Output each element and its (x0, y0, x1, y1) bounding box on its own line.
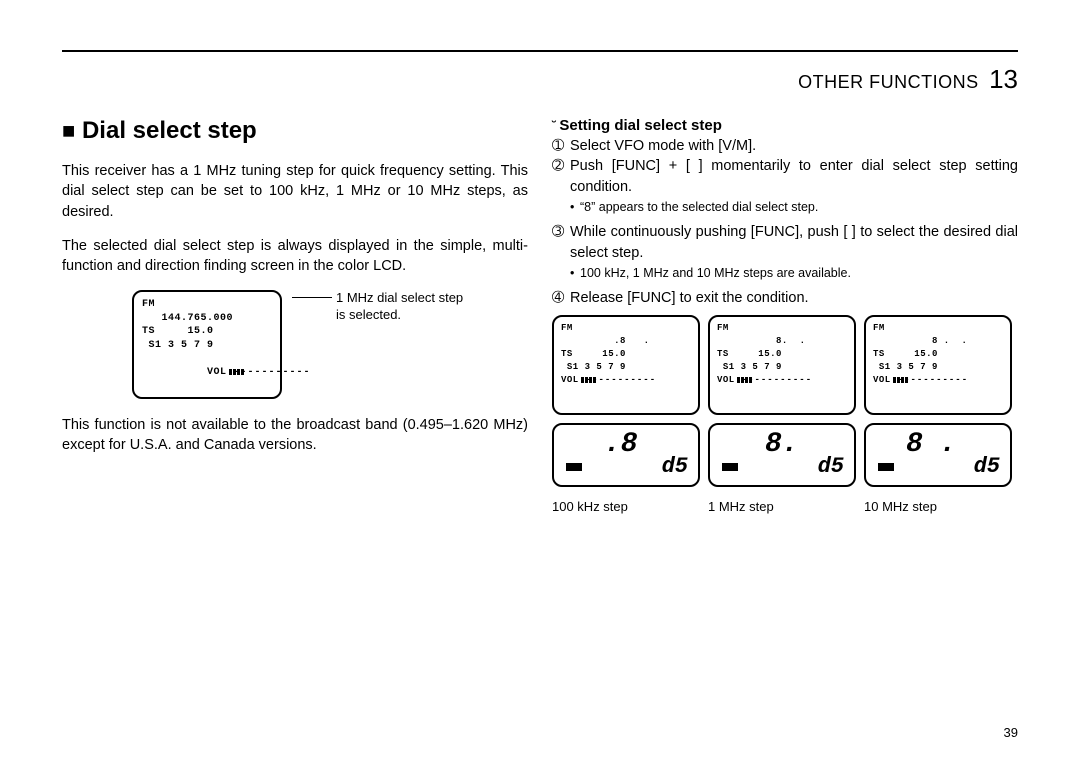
paragraph-2: The selected dial select step is always … (62, 236, 528, 277)
big-digit-b: 8. (765, 429, 799, 460)
page-number: 39 (1004, 725, 1018, 740)
vol-label: VOL (717, 375, 735, 385)
lcd-c-line5: VOL ----------- (873, 374, 1003, 387)
section-title-text: Dial select step (82, 117, 257, 144)
sub-lcd-10mhz: 8 . d5 (864, 423, 1012, 487)
lcd-a-line1: FM (561, 322, 691, 335)
volume-bar-icon (735, 375, 742, 385)
lcd-col-10mhz: FM 8 . . TS 15.0 S1 3 5 7 9 VOL ---------… (864, 315, 1012, 514)
lcd-small-10mhz: FM 8 . . TS 15.0 S1 3 5 7 9 VOL ---------… (864, 315, 1012, 415)
lcd-a-line4: S1 3 5 7 9 (561, 361, 691, 374)
step-marker-2: ➁ (552, 156, 570, 197)
lcd-caption-line1: 1 MHz dial select step (292, 290, 463, 307)
lcd-grid: FM .8 . TS 15.0 S1 3 5 7 9 VOL ----------… (552, 315, 1018, 514)
square-marker-icon: ■ (62, 118, 75, 143)
lcd-caption-line2: is selected. (336, 307, 463, 324)
caption-100khz: 100 kHz step (552, 499, 700, 514)
step-marker-3: ➂ (552, 222, 570, 263)
volume-dashes: ----------- (898, 375, 968, 385)
step-2-text: Push [FUNC] + [ ] momentarily to enter d… (570, 156, 1018, 197)
diamond-marker-icon: ˘ (552, 118, 556, 133)
top-rule (62, 50, 1018, 52)
lcd-col-1mhz: FM 8. . TS 15.0 S1 3 5 7 9 VOL ----------… (708, 315, 856, 514)
step-1-text: Select VFO mode with [V/M]. (570, 136, 1018, 156)
volume-dashes: ----------- (742, 375, 812, 385)
d5-label: d5 (974, 454, 1000, 479)
subsection-title-text: Setting dial select step (559, 117, 722, 134)
lcd-diagram-row: FM 144.765.000 TS 15.0 S1 3 5 7 9 VOL---… (132, 290, 528, 399)
lcd-small-1mhz: FM 8. . TS 15.0 S1 3 5 7 9 VOL ----------… (708, 315, 856, 415)
right-column: ˘Setting dial select step ➀ Select VFO m… (552, 117, 1018, 514)
lcd-c-line4: S1 3 5 7 9 (873, 361, 1003, 374)
vol-label: VOL (561, 375, 579, 385)
paragraph-3: This function is not available to the br… (62, 415, 528, 456)
step-3: ➂ While continuously pushing [FUNC], pus… (552, 222, 1018, 263)
sub-lcd-1mhz: 8. d5 (708, 423, 856, 487)
lcd-line-3: TS 15.0 (142, 325, 272, 339)
page-header: OTHER FUNCTIONS 13 (62, 64, 1018, 95)
lcd-small-100khz: FM .8 . TS 15.0 S1 3 5 7 9 VOL ----------… (552, 315, 700, 415)
header-label: OTHER FUNCTIONS (798, 72, 979, 92)
chapter-number: 13 (989, 64, 1018, 94)
bullet-dot-icon: • (570, 265, 580, 283)
caption-10mhz: 10 MHz step (864, 499, 1012, 514)
lcd-a-line5: VOL ----------- (561, 374, 691, 387)
lcd-a-line3: TS 15.0 (561, 348, 691, 361)
big-digit-c: 8 . (906, 429, 956, 460)
volume-bar-icon (579, 375, 586, 385)
lcd-caption: 1 MHz dial select step is selected. (292, 290, 463, 324)
bullet-dot-icon: • (570, 199, 580, 217)
volume-bar-icon (227, 367, 234, 378)
bullet-2: • 100 kHz, 1 MHz and 10 MHz steps are av… (570, 265, 1018, 283)
func-bar-icon (878, 463, 894, 471)
step-4: ➃ Release [FUNC] to exit the condition. (552, 288, 1018, 308)
step-marker-4: ➃ (552, 288, 570, 308)
paragraph-1: This receiver has a 1 MHz tuning step fo… (62, 161, 528, 222)
lcd-b-line2: 8. . (717, 335, 847, 348)
lcd-a-line2: .8 . (561, 335, 691, 348)
caption-1mhz: 1 MHz step (708, 499, 856, 514)
d5-label: d5 (662, 454, 688, 479)
step-4-text: Release [FUNC] to exit the condition. (570, 288, 1018, 308)
vol-label: VOL (207, 367, 227, 378)
bullet-1-text: “8” appears to the selected dial select … (580, 199, 818, 217)
sub-lcd-100khz: .8 d5 (552, 423, 700, 487)
big-digit-a: .8 (604, 429, 638, 460)
section-title: ■ Dial select step (62, 117, 528, 145)
step-marker-1: ➀ (552, 136, 570, 156)
bullet-2-text: 100 kHz, 1 MHz and 10 MHz steps are avai… (580, 265, 851, 283)
lcd-line-2: 144.765.000 (142, 312, 272, 326)
step-2: ➁ Push [FUNC] + [ ] momentarily to enter… (552, 156, 1018, 197)
d5-label: d5 (818, 454, 844, 479)
lcd-line-1: FM (142, 298, 272, 312)
lcd-c-line1: FM (873, 322, 1003, 335)
vol-label: VOL (873, 375, 891, 385)
lcd-b-line3: TS 15.0 (717, 348, 847, 361)
lcd-b-line5: VOL ----------- (717, 374, 847, 387)
lcd-b-line1: FM (717, 322, 847, 335)
subsection-title: ˘Setting dial select step (552, 117, 1018, 134)
lcd-c-line3: TS 15.0 (873, 348, 1003, 361)
volume-dashes: ----------- (234, 367, 311, 378)
left-column: ■ Dial select step This receiver has a 1… (62, 117, 528, 514)
step-1: ➀ Select VFO mode with [V/M]. (552, 136, 1018, 156)
lcd-col-100khz: FM .8 . TS 15.0 S1 3 5 7 9 VOL ----------… (552, 315, 700, 514)
lcd-line-4: S1 3 5 7 9 (142, 339, 272, 353)
volume-dashes: ----------- (586, 375, 656, 385)
func-bar-icon (566, 463, 582, 471)
func-bar-icon (722, 463, 738, 471)
lcd-line-5: VOL----------- (142, 352, 272, 393)
lcd-c-line2: 8 . . (873, 335, 1003, 348)
volume-bar-icon (891, 375, 898, 385)
lcd-b-line4: S1 3 5 7 9 (717, 361, 847, 374)
lcd-main-illustration: FM 144.765.000 TS 15.0 S1 3 5 7 9 VOL---… (132, 290, 282, 399)
bullet-1: • “8” appears to the selected dial selec… (570, 199, 1018, 217)
step-3-text: While continuously pushing [FUNC], push … (570, 222, 1018, 263)
